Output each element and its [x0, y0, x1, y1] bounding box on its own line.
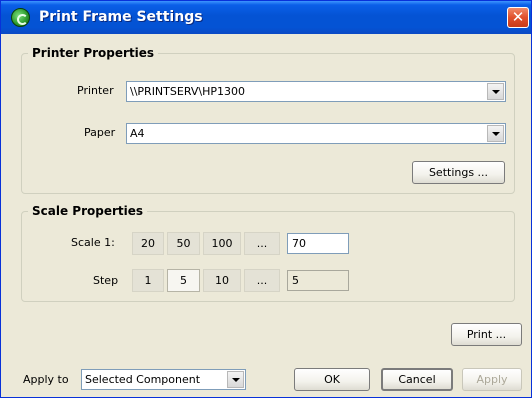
scale-option-100[interactable]: 100 — [203, 232, 241, 255]
print-button[interactable]: Print ... — [451, 323, 522, 346]
settings-button[interactable]: Settings ... — [412, 161, 505, 184]
chevron-down-icon[interactable] — [487, 125, 504, 142]
close-button[interactable]: ✕ — [507, 7, 529, 28]
printer-label: Printer — [77, 84, 114, 97]
apply-button[interactable]: Apply — [462, 368, 522, 391]
title-bar[interactable]: Print Frame Settings ✕ — [1, 1, 531, 34]
window-title: Print Frame Settings — [39, 9, 203, 25]
printer-select[interactable]: \\PRINTSERV\HP1300 — [126, 81, 506, 102]
paper-label: Paper — [84, 126, 116, 139]
scale-option-50[interactable]: 50 — [167, 232, 200, 255]
step-label: Step — [93, 274, 119, 287]
paper-value: A4 — [130, 127, 145, 140]
apply-to-value: Selected Component — [85, 373, 201, 386]
step-option-1[interactable]: 1 — [132, 269, 164, 292]
scale-label: Scale 1: — [71, 236, 115, 249]
chevron-down-icon[interactable] — [487, 83, 504, 100]
step-option-10[interactable]: 10 — [203, 269, 241, 292]
apply-to-select[interactable]: Selected Component — [81, 369, 246, 390]
paper-select[interactable]: A4 — [126, 123, 506, 144]
step-more-button[interactable]: ... — [244, 269, 280, 292]
printer-properties-legend: Printer Properties — [32, 46, 155, 60]
cancel-button[interactable]: Cancel — [381, 368, 453, 391]
scale-properties-legend: Scale Properties — [32, 204, 144, 218]
app-icon — [11, 8, 30, 27]
scale-input[interactable]: 70 — [287, 233, 349, 254]
step-option-5[interactable]: 5 — [167, 269, 200, 292]
ok-button[interactable]: OK — [294, 368, 370, 391]
scale-option-20[interactable]: 20 — [132, 232, 164, 255]
apply-to-label: Apply to — [23, 373, 69, 386]
chevron-down-icon[interactable] — [227, 371, 244, 388]
print-frame-settings-dialog: Print Frame Settings ✕ Printer Propertie… — [0, 0, 532, 398]
scale-more-button[interactable]: ... — [244, 232, 280, 255]
printer-value: \\PRINTSERV\HP1300 — [130, 85, 245, 98]
close-icon: ✕ — [511, 8, 525, 26]
step-input[interactable]: 5 — [287, 270, 349, 291]
